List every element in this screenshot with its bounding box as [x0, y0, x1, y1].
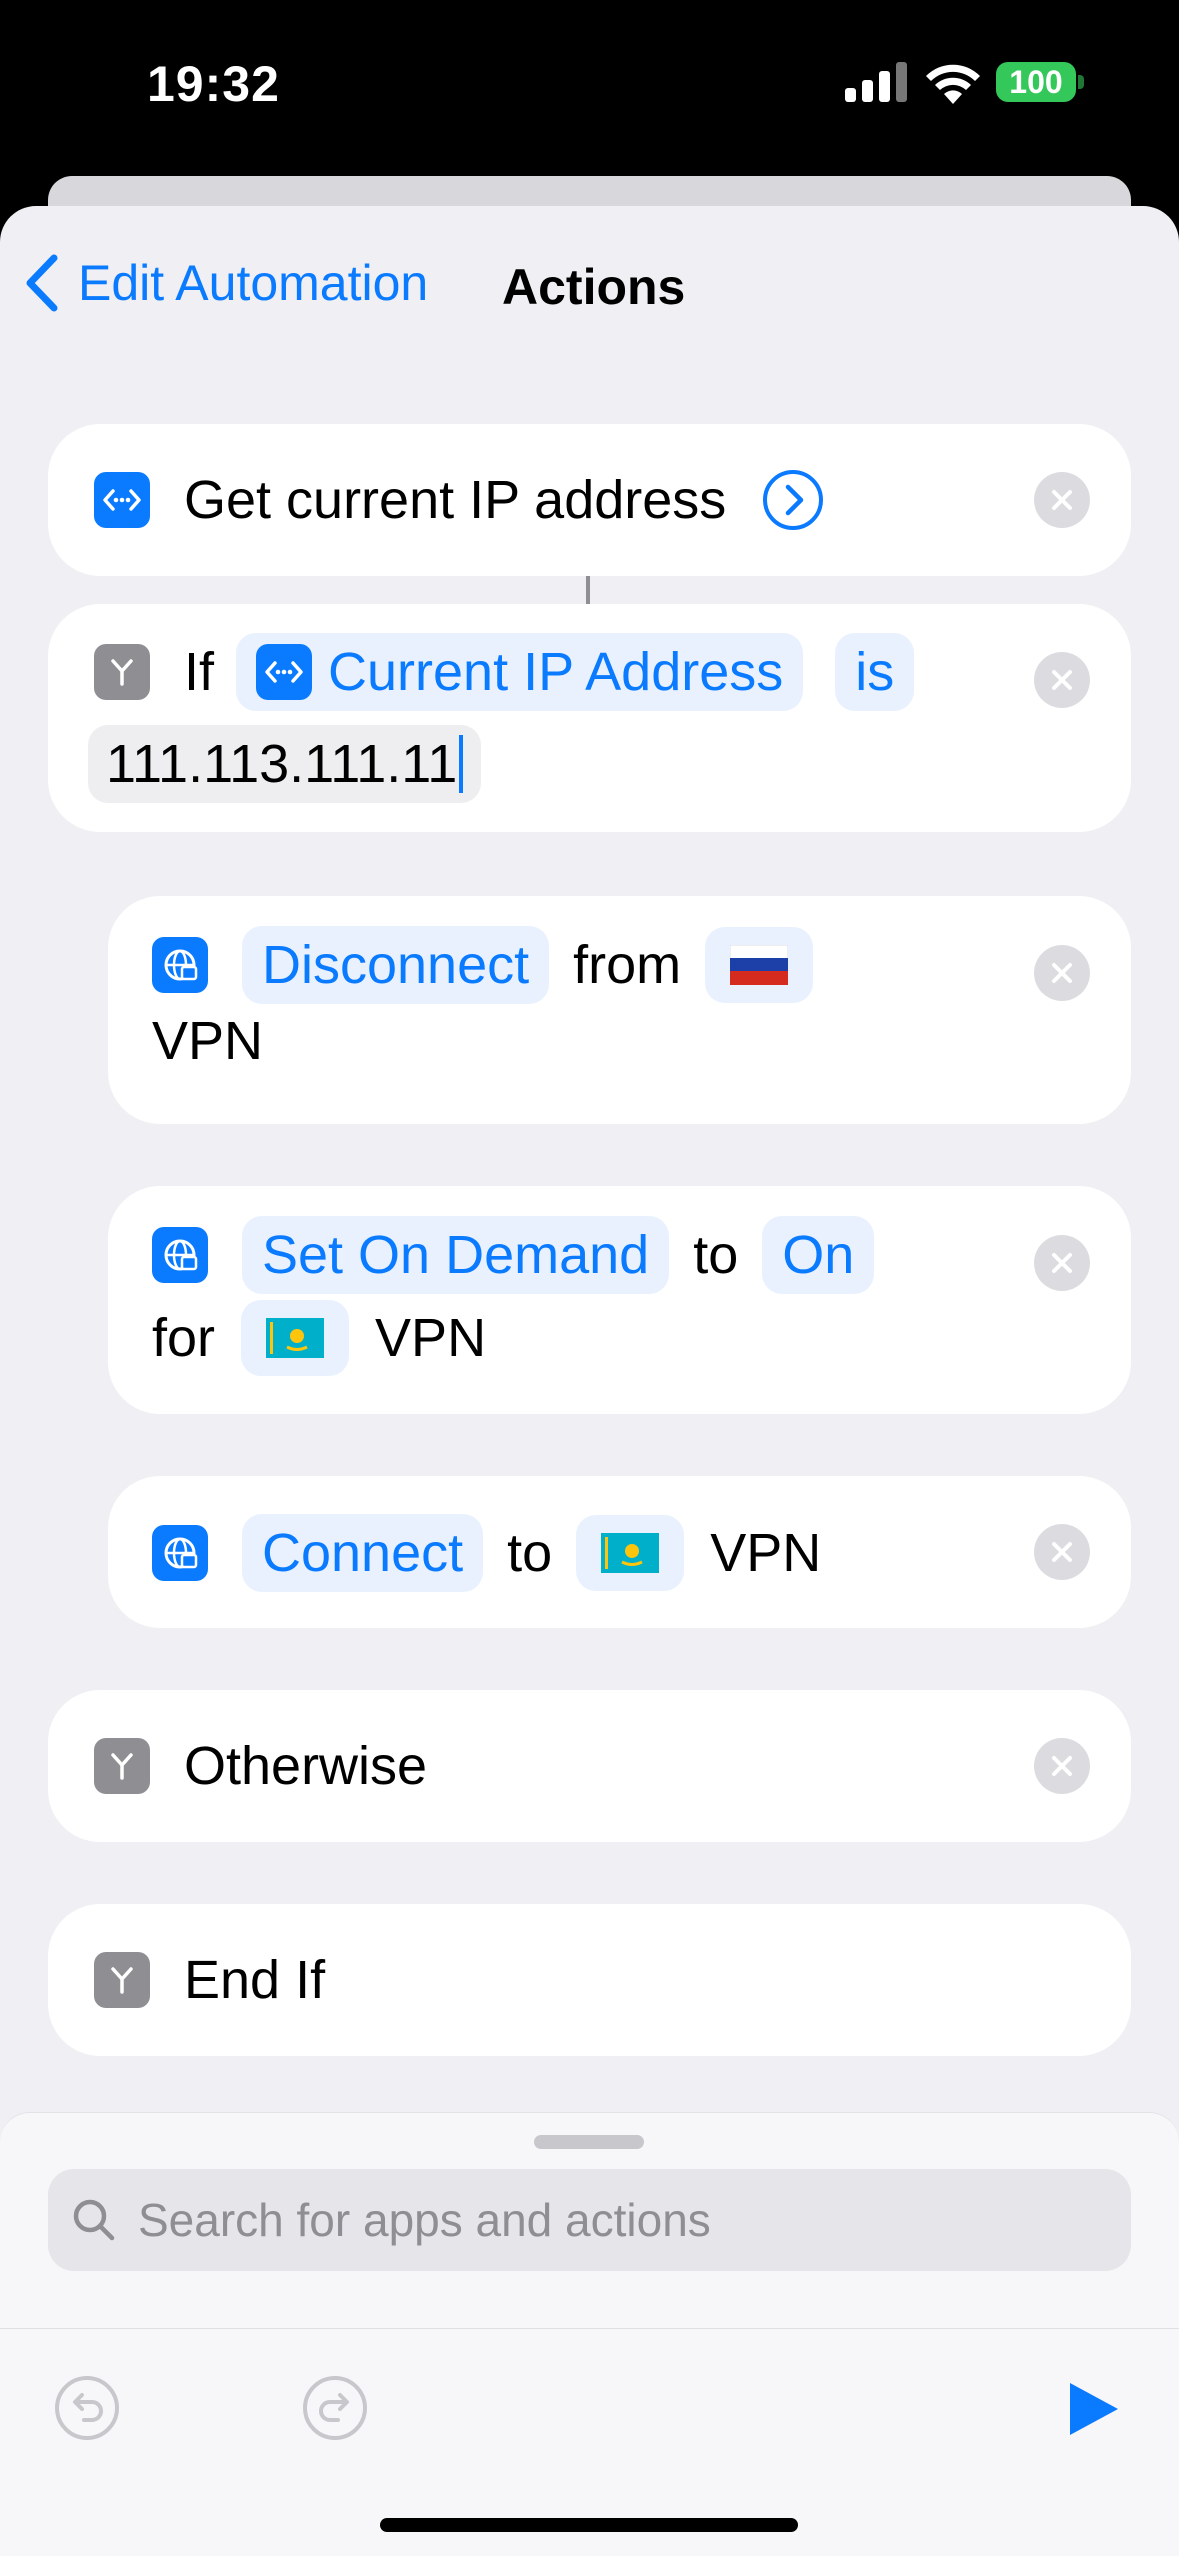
branch-icon — [94, 1738, 150, 1794]
action-disconnect[interactable]: Disconnect from VPN — [108, 896, 1131, 1124]
if-keyword: If — [184, 642, 215, 702]
wifi-icon — [926, 64, 980, 104]
close-icon — [1052, 963, 1072, 983]
close-icon — [1052, 1253, 1072, 1273]
kazakhstan-flag-icon — [601, 1533, 660, 1573]
otherwise-label: Otherwise — [184, 1736, 428, 1796]
battery-indicator: 100 — [996, 62, 1076, 102]
back-button[interactable]: Edit Automation — [24, 254, 428, 312]
vpn-flag-token[interactable] — [241, 1300, 350, 1376]
close-icon — [1052, 1756, 1072, 1776]
action-get-ip[interactable]: Get current IP address — [48, 424, 1131, 576]
home-indicator — [380, 2518, 798, 2532]
remove-action-button[interactable] — [1034, 652, 1090, 708]
action-otherwise[interactable]: Otherwise — [48, 1690, 1131, 1842]
action-if[interactable]: If Current IP Address is 111.113.111.11 — [48, 604, 1131, 832]
from-text: from — [573, 935, 682, 995]
vpn-flag-token[interactable] — [576, 1515, 685, 1591]
close-icon — [1052, 490, 1072, 510]
disconnect-token[interactable]: Disconnect — [242, 926, 550, 1004]
chevron-circle-icon[interactable] — [762, 469, 824, 531]
comparison-value-field[interactable]: 111.113.111.11 — [88, 725, 482, 803]
action-connector — [586, 576, 590, 604]
action-end-if[interactable]: End If — [48, 1904, 1131, 2056]
remove-action-button[interactable] — [1034, 945, 1090, 1001]
remove-action-button[interactable] — [1034, 1738, 1090, 1794]
on-state-token[interactable]: On — [762, 1216, 875, 1294]
vpn-text: VPN — [152, 1011, 264, 1071]
undo-icon[interactable] — [54, 2375, 120, 2441]
status-bar: 19:32 100 — [0, 0, 1179, 175]
action-search-panel: Search for apps and actions — [0, 2112, 1179, 2556]
russia-flag-icon — [730, 945, 789, 985]
back-label: Edit Automation — [78, 255, 429, 311]
vpn-flag-token[interactable] — [705, 927, 814, 1003]
search-field[interactable]: Search for apps and actions — [48, 2169, 1131, 2271]
set-on-demand-token[interactable]: Set On Demand — [242, 1216, 670, 1294]
vpn-text: VPN — [710, 1523, 822, 1583]
vpn-globe-icon — [152, 937, 208, 993]
text-cursor — [459, 735, 464, 793]
variable-token[interactable]: Current IP Address — [236, 633, 804, 711]
connect-token[interactable]: Connect — [242, 1514, 484, 1592]
battery-nub — [1078, 75, 1084, 89]
close-icon — [1052, 670, 1072, 690]
status-time: 19:32 — [147, 56, 280, 112]
vpn-text: VPN — [375, 1308, 487, 1368]
actions-sheet: Edit Automation Actions Get current IP a… — [0, 206, 1179, 2556]
play-icon[interactable] — [1066, 2381, 1120, 2437]
action-label: Get current IP address — [184, 470, 727, 530]
network-icon — [256, 644, 313, 700]
cellular-signal-icon — [845, 62, 907, 102]
operator-token[interactable]: is — [835, 633, 915, 711]
branch-icon — [94, 1952, 150, 2008]
search-icon — [73, 2199, 115, 2241]
variable-label: Current IP Address — [328, 642, 784, 702]
end-if-label: End If — [184, 1950, 326, 2010]
redo-icon[interactable] — [302, 2375, 368, 2441]
action-connect[interactable]: Connect to VPN — [108, 1476, 1131, 1628]
remove-action-button[interactable] — [1034, 472, 1090, 528]
branch-icon — [94, 644, 150, 700]
vpn-globe-icon — [152, 1525, 208, 1581]
action-set-on-demand[interactable]: Set On Demand to On for VPN — [108, 1186, 1131, 1414]
to-text: to — [507, 1523, 553, 1583]
network-icon — [94, 472, 150, 528]
panel-grabber[interactable] — [534, 2135, 644, 2149]
page-title: Actions — [502, 259, 686, 315]
chevron-left-icon — [26, 254, 58, 312]
toolbar-divider — [0, 2328, 1179, 2329]
to-text: to — [693, 1225, 739, 1285]
for-text: for — [152, 1308, 216, 1368]
kazakhstan-flag-icon — [266, 1318, 325, 1358]
remove-action-button[interactable] — [1034, 1524, 1090, 1580]
search-placeholder: Search for apps and actions — [138, 2194, 711, 2246]
vpn-globe-icon — [152, 1227, 208, 1283]
close-icon — [1052, 1542, 1072, 1562]
comparison-value: 111.113.111.11 — [106, 734, 458, 794]
remove-action-button[interactable] — [1034, 1235, 1090, 1291]
